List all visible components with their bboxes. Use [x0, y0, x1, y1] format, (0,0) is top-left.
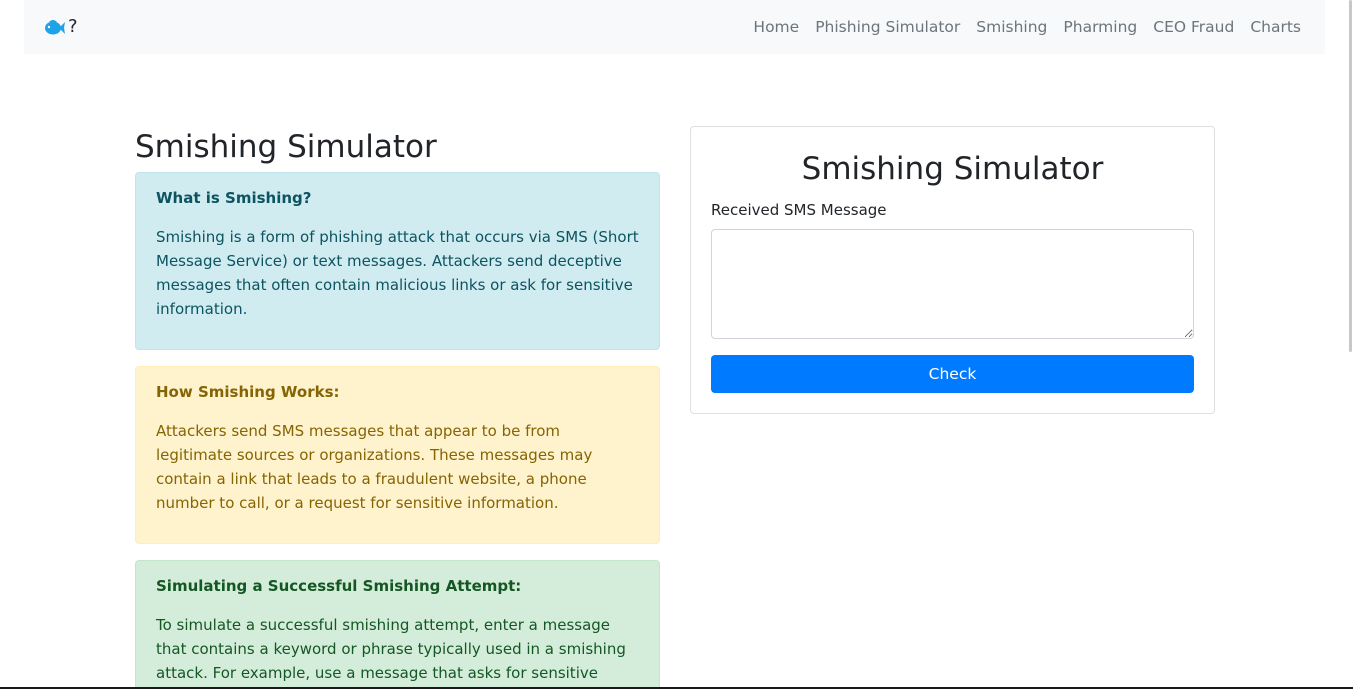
info-box-body: Attackers send SMS messages that appear …: [156, 422, 593, 512]
vertical-scrollbar[interactable]: [1348, 0, 1353, 689]
scrollbar-thumb[interactable]: [1349, 0, 1352, 352]
nav-link-home[interactable]: Home: [753, 18, 799, 36]
nav-link-pharming[interactable]: Pharming: [1063, 18, 1137, 36]
sms-message-label: Received SMS Message: [711, 201, 887, 219]
navbar-links: Home Phishing Simulator Smishing Pharmin…: [753, 0, 1301, 54]
info-box-heading: What is Smishing?: [156, 189, 312, 207]
info-box-body: To simulate a successful smishing attemp…: [156, 616, 626, 689]
info-box-heading: Simulating a Successful Smishing Attempt…: [156, 577, 522, 595]
simulator-title: Smishing Simulator: [801, 151, 1104, 187]
page-viewport: ? Home Phishing Simulator Smishing Pharm…: [0, 0, 1353, 689]
sms-message-input[interactable]: [711, 229, 1194, 339]
nav-link-smishing[interactable]: Smishing: [976, 18, 1047, 36]
nav-link-charts[interactable]: Charts: [1250, 18, 1301, 36]
nav-link-ceo-fraud[interactable]: CEO Fraud: [1153, 18, 1234, 36]
check-button[interactable]: Check: [711, 355, 1194, 393]
info-box-what-is-smishing: What is Smishing? Smishing is a form of …: [135, 172, 660, 350]
fish-icon: [43, 18, 65, 36]
simulator-card: Smishing Simulator Received SMS Message …: [690, 126, 1215, 414]
info-box-body: Smishing is a form of phishing attack th…: [156, 228, 639, 318]
navbar-brand[interactable]: ?: [43, 14, 78, 40]
top-navbar: ? Home Phishing Simulator Smishing Pharm…: [24, 0, 1325, 54]
info-box-how-smishing-works: How Smishing Works: Attackers send SMS m…: [135, 366, 660, 544]
nav-link-phishing-simulator[interactable]: Phishing Simulator: [815, 18, 960, 36]
info-box-heading: How Smishing Works:: [156, 383, 340, 401]
info-box-simulating-attempt: Simulating a Successful Smishing Attempt…: [135, 560, 660, 689]
navbar-brand-text: ?: [68, 16, 78, 37]
page-title: Smishing Simulator: [135, 129, 437, 165]
